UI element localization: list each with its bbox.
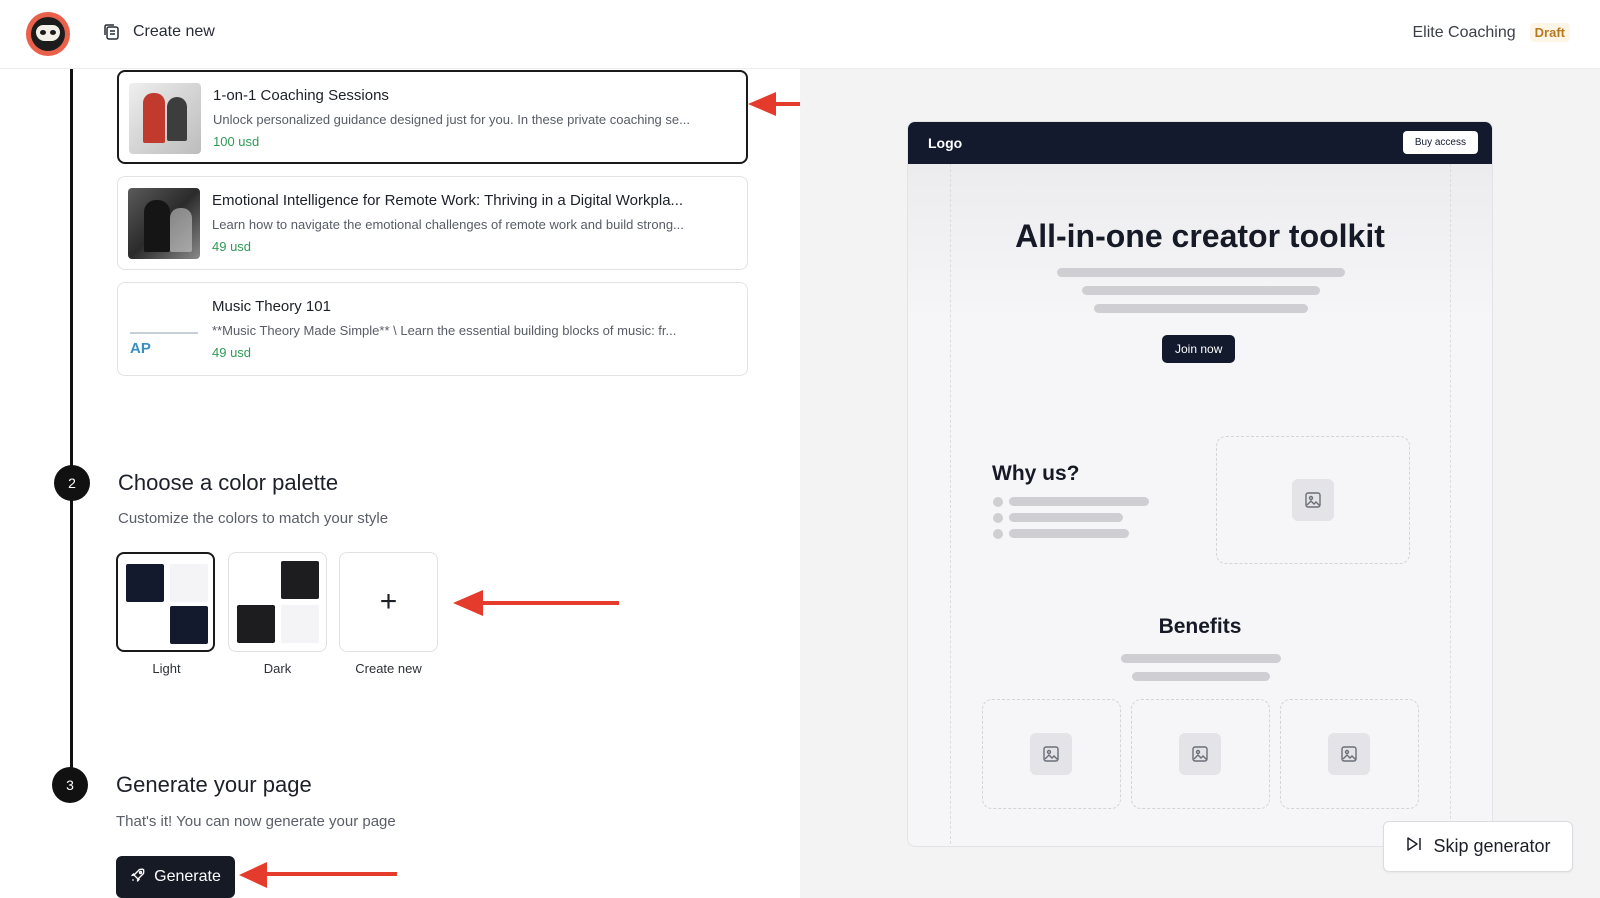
page-preview: Logo Buy access All-in-one creator toolk… (907, 121, 1493, 847)
product-thumbnail (128, 188, 200, 259)
palette-section-title: Choose a color palette (118, 470, 339, 495)
product-description: Learn how to navigate the emotional chal… (212, 217, 684, 232)
palette-dark-label: Dark (263, 661, 292, 676)
generate-button[interactable]: Generate (116, 856, 235, 898)
palette-dark[interactable] (228, 552, 327, 652)
create-new-label: Create new (133, 23, 215, 40)
preview-logo: Logo (928, 135, 963, 151)
preview-image-placeholder (982, 699, 1121, 809)
palette-light[interactable] (116, 552, 215, 652)
palette-section-subtitle: Customize the colors to match your style (118, 510, 389, 527)
preview-join-button: Join now (1162, 335, 1236, 363)
preview-buy-button: Buy access (1402, 131, 1478, 154)
product-price: 49 usd (212, 239, 252, 254)
annotation-arrow-icon (239, 862, 397, 888)
product-card[interactable]: Emotional Intelligence for Remote Work: … (117, 176, 748, 270)
product-description: Unlock personalized guidance designed ju… (213, 112, 690, 127)
copy-document-icon (102, 22, 122, 42)
top-bar: Create new Elite Coaching Draft (0, 0, 1600, 69)
site-name[interactable]: Elite Coaching (1412, 24, 1515, 42)
preview-image-placeholder (1280, 699, 1419, 809)
product-title: 1-on-1 Coaching Sessions (213, 87, 389, 104)
palette-light-label: Light (152, 661, 181, 676)
product-thumbnail: AP (128, 294, 200, 365)
step-number-2: 2 (54, 465, 90, 501)
status-badge: Draft (1529, 23, 1570, 42)
step-number-3: 3 (52, 767, 88, 803)
image-icon (1030, 733, 1072, 775)
skip-forward-icon (1405, 835, 1423, 858)
image-icon (1179, 733, 1221, 775)
skip-generator-label: Skip generator (1433, 836, 1551, 856)
plus-icon: + (379, 585, 398, 618)
generate-section-subtitle: That's it! You can now generate your pag… (116, 813, 396, 830)
preview-image-placeholder (1216, 436, 1410, 564)
product-description: **Music Theory Made Simple** \ Learn the… (212, 323, 677, 338)
app-logo-icon[interactable] (26, 12, 70, 56)
product-title: Emotional Intelligence for Remote Work: … (212, 192, 684, 209)
preview-why-title: Why us? (992, 462, 1080, 485)
generate-button-label: Generate (154, 868, 221, 885)
product-thumbnail (129, 83, 201, 154)
preview-hero-title: All-in-one creator toolkit (1015, 218, 1385, 254)
rocket-icon (130, 867, 146, 888)
palette-create-new-button[interactable]: + (339, 552, 438, 652)
palette-create-new-label: Create new (355, 661, 422, 676)
product-card[interactable]: 1-on-1 Coaching Sessions Unlock personal… (117, 70, 748, 164)
product-title: Music Theory 101 (212, 298, 331, 315)
steps-timeline (70, 69, 73, 779)
generate-section-title: Generate your page (116, 772, 312, 797)
product-price: 100 usd (213, 134, 260, 149)
header-right: Elite Coaching Draft (1412, 23, 1570, 42)
create-new-button[interactable]: Create new (102, 22, 215, 42)
preview-nav: Logo Buy access (908, 122, 1492, 164)
product-card[interactable]: AP Music Theory 101 **Music Theory Made … (117, 282, 748, 376)
preview-image-placeholder (1131, 699, 1270, 809)
image-icon (1292, 479, 1334, 521)
product-price: 49 usd (212, 345, 252, 360)
skip-generator-button[interactable]: Skip generator (1383, 821, 1573, 872)
preview-benefits-title: Benefits (1158, 615, 1242, 638)
annotation-arrow-icon (453, 590, 619, 616)
image-icon (1328, 733, 1370, 775)
